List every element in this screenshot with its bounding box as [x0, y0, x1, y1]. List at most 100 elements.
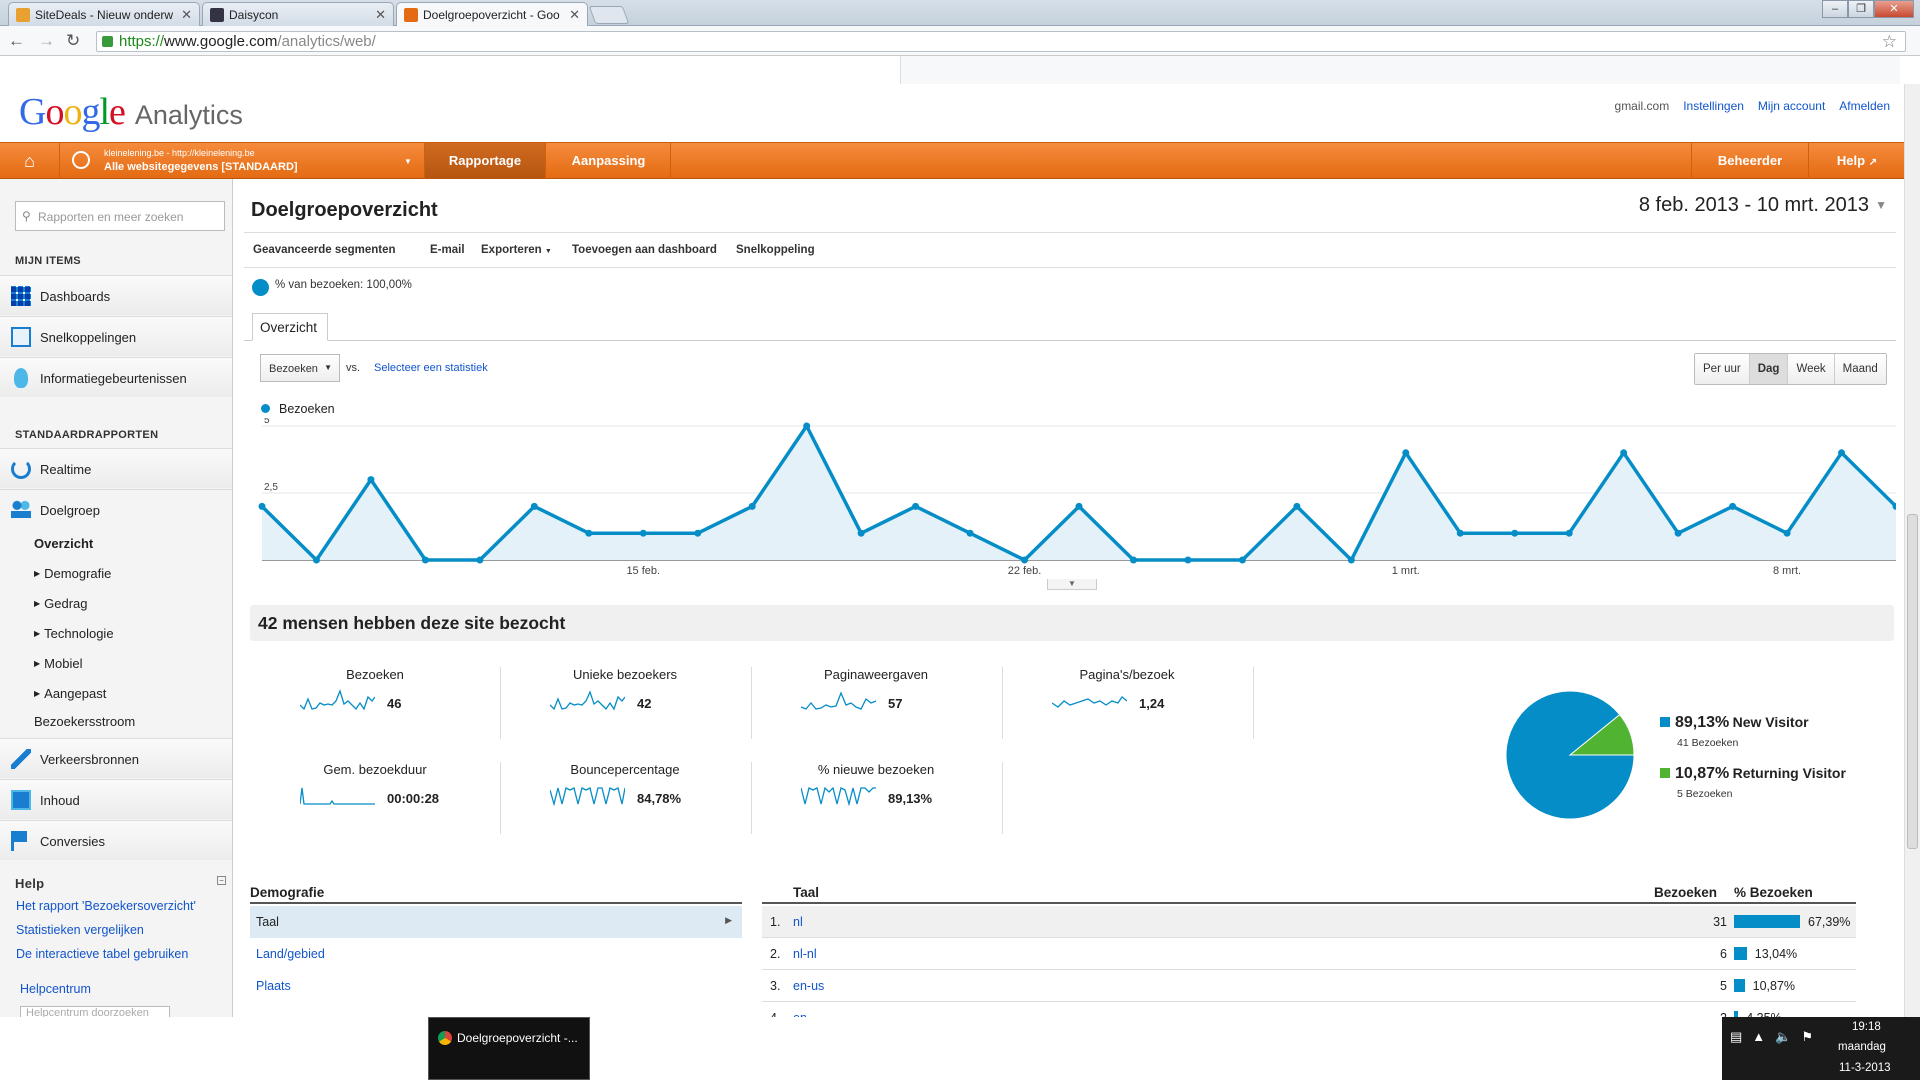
close-icon[interactable]: ✕: [181, 7, 192, 23]
browser-tab-sitedeals[interactable]: SiteDeals - Nieuw onderw ✕: [8, 2, 200, 26]
window-close-icon[interactable]: ✕: [1874, 0, 1914, 18]
chart-point[interactable]: [1783, 529, 1791, 537]
metric-select[interactable]: Bezoeken ▼: [260, 354, 340, 382]
demographics-row-country[interactable]: Land/gebied: [250, 938, 742, 970]
back-arrow-icon[interactable]: ←: [8, 31, 25, 51]
sidebar-item-dashboards[interactable]: Dashboards: [0, 275, 232, 315]
google-analytics-logo[interactable]: Google Analytics: [19, 90, 243, 134]
nav-reporting[interactable]: Rapportage: [424, 143, 546, 179]
close-icon[interactable]: ✕: [569, 7, 580, 23]
nav-help[interactable]: Help ↗: [1810, 143, 1904, 179]
chart-point[interactable]: [1075, 502, 1083, 510]
chart-point[interactable]: [639, 529, 647, 537]
select-statistic-link[interactable]: Selecteer een statistiek: [374, 362, 488, 374]
chart-point[interactable]: [1838, 449, 1846, 457]
language-table-row[interactable]: 1. nl 31 67,39%: [762, 906, 1856, 938]
scorecard-unique-visitors[interactable]: Unieke bezoekers 42: [500, 667, 750, 739]
taskbar-window-button[interactable]: Doelgroepoverzicht -...: [428, 1017, 590, 1080]
granularity-hourly[interactable]: Per uur: [1695, 354, 1749, 384]
chart-point[interactable]: [476, 556, 484, 564]
report-search-input[interactable]: ⚲ Rapporten en meer zoeken: [15, 201, 225, 231]
profile-selector[interactable]: kleinelening.be - http://kleinelening.be…: [74, 146, 412, 174]
sidebar-sub-visitor-flow[interactable]: Bezoekersstroom: [34, 714, 135, 729]
chart-point[interactable]: [1402, 449, 1410, 457]
chart-point[interactable]: [585, 529, 593, 537]
sidebar-item-shortcuts[interactable]: Snelkoppelingen: [0, 316, 232, 356]
url-input[interactable]: https://www.google.com/analytics/web/ ☆: [96, 31, 1906, 52]
chart-point[interactable]: [1238, 556, 1246, 564]
nav-admin[interactable]: Beheerder: [1691, 143, 1809, 179]
demographics-row-language[interactable]: Taal ▶: [250, 906, 742, 938]
sidebar-item-traffic-sources[interactable]: Verkeersbronnen: [0, 738, 232, 778]
chart-point[interactable]: [1456, 529, 1464, 537]
language-table-row[interactable]: 2. nl-nl 6 13,04%: [762, 938, 1856, 970]
scorecard-pages-per-visit[interactable]: Pagina's/bezoek 1,24: [1002, 667, 1252, 739]
reload-icon[interactable]: ↻: [66, 31, 80, 51]
forward-arrow-icon[interactable]: →: [38, 31, 55, 51]
sidebar-item-realtime[interactable]: Realtime: [0, 448, 232, 488]
chart-point[interactable]: [1293, 502, 1301, 510]
nav-customization[interactable]: Aanpassing: [547, 143, 671, 179]
chart-point[interactable]: [1511, 529, 1519, 537]
chart-point[interactable]: [1729, 502, 1737, 510]
language-link[interactable]: nl-nl: [793, 947, 817, 961]
chart-point[interactable]: [1129, 556, 1137, 564]
scorecard-bounce-rate[interactable]: Bouncepercentage 84,78%: [500, 762, 750, 834]
help-link-audience-report[interactable]: Het rapport 'Bezoekersoverzicht': [16, 899, 196, 913]
chart-point[interactable]: [857, 529, 865, 537]
chart-point[interactable]: [966, 529, 974, 537]
chart-point[interactable]: [1674, 529, 1682, 537]
bookmark-star-icon[interactable]: ☆: [1882, 32, 1897, 52]
chart-point[interactable]: [1347, 556, 1355, 564]
shortcut-button[interactable]: Snelkoppeling: [736, 244, 815, 256]
sidebar-sub-overview[interactable]: Overzicht: [34, 536, 93, 551]
export-button[interactable]: Exporteren ▼: [481, 244, 552, 256]
sidebar-sub-behavior[interactable]: ▶ Gedrag: [34, 596, 88, 611]
settings-link[interactable]: Instellingen: [1683, 99, 1744, 113]
minimize-icon[interactable]: –: [1822, 0, 1848, 18]
language-table-row[interactable]: 3. en-us 5 10,87%: [762, 970, 1856, 1002]
granularity-month[interactable]: Maand: [1833, 354, 1886, 384]
advanced-segments-button[interactable]: Geavanceerde segmenten: [253, 244, 396, 256]
sidebar-item-conversions[interactable]: Conversies: [0, 820, 232, 860]
collapse-help-icon[interactable]: −: [217, 876, 226, 885]
chart-point[interactable]: [694, 529, 702, 537]
sidebar-sub-technology[interactable]: ▶ Technologie: [34, 626, 114, 641]
sidebar-sub-demographics[interactable]: ▶ Demografie: [34, 566, 111, 581]
chart-point[interactable]: [367, 476, 375, 484]
granularity-week[interactable]: Week: [1787, 354, 1834, 384]
chart-point[interactable]: [258, 502, 266, 510]
new-tab-button[interactable]: [588, 6, 630, 24]
chart-point[interactable]: [1565, 529, 1573, 537]
help-link-compare-metrics[interactable]: Statistieken vergelijken: [16, 923, 144, 937]
chart-point[interactable]: [530, 502, 538, 510]
chart-point[interactable]: [421, 556, 429, 564]
add-to-dashboard-button[interactable]: Toevoegen aan dashboard: [572, 244, 717, 256]
chart-point[interactable]: [1021, 556, 1029, 564]
home-icon[interactable]: ⌂: [0, 143, 60, 179]
close-icon[interactable]: ✕: [375, 7, 386, 23]
demographics-row-city[interactable]: Plaats: [250, 970, 742, 1002]
chart-point[interactable]: [1184, 556, 1192, 564]
chart-point[interactable]: [803, 422, 811, 430]
language-link[interactable]: en-us: [793, 979, 824, 993]
maximize-icon[interactable]: ❐: [1848, 0, 1874, 18]
scorecard-visits[interactable]: Bezoeken 46: [250, 667, 500, 739]
language-link[interactable]: nl: [793, 915, 803, 929]
help-link-interactive-table[interactable]: De interactieve tabel gebruiken: [16, 947, 188, 961]
sidebar-sub-custom[interactable]: ▶ Aangepast: [34, 686, 106, 701]
my-account-link[interactable]: Mijn account: [1758, 99, 1825, 113]
email-button[interactable]: E-mail: [430, 244, 465, 256]
tab-overview[interactable]: Overzicht: [252, 313, 328, 341]
date-range-picker[interactable]: 8 feb. 2013 - 10 mrt. 2013: [1639, 194, 1869, 217]
scorecard-pageviews[interactable]: Paginaweergaven 57: [751, 667, 1001, 739]
chevron-down-icon[interactable]: ▼: [1875, 198, 1887, 212]
chart-collapse-handle[interactable]: ▼: [1047, 579, 1097, 590]
help-center-link[interactable]: Helpcentrum: [20, 982, 91, 996]
browser-tab-daisycon[interactable]: Daisycon ✕: [202, 2, 394, 26]
chart-point[interactable]: [912, 502, 920, 510]
granularity-day[interactable]: Dag: [1748, 354, 1788, 384]
scrollbar-thumb[interactable]: [1907, 514, 1918, 849]
scorecard-avg-duration[interactable]: Gem. bezoekduur 00:00:28: [250, 762, 500, 834]
scorecard-new-visits[interactable]: % nieuwe bezoeken 89,13%: [751, 762, 1001, 834]
